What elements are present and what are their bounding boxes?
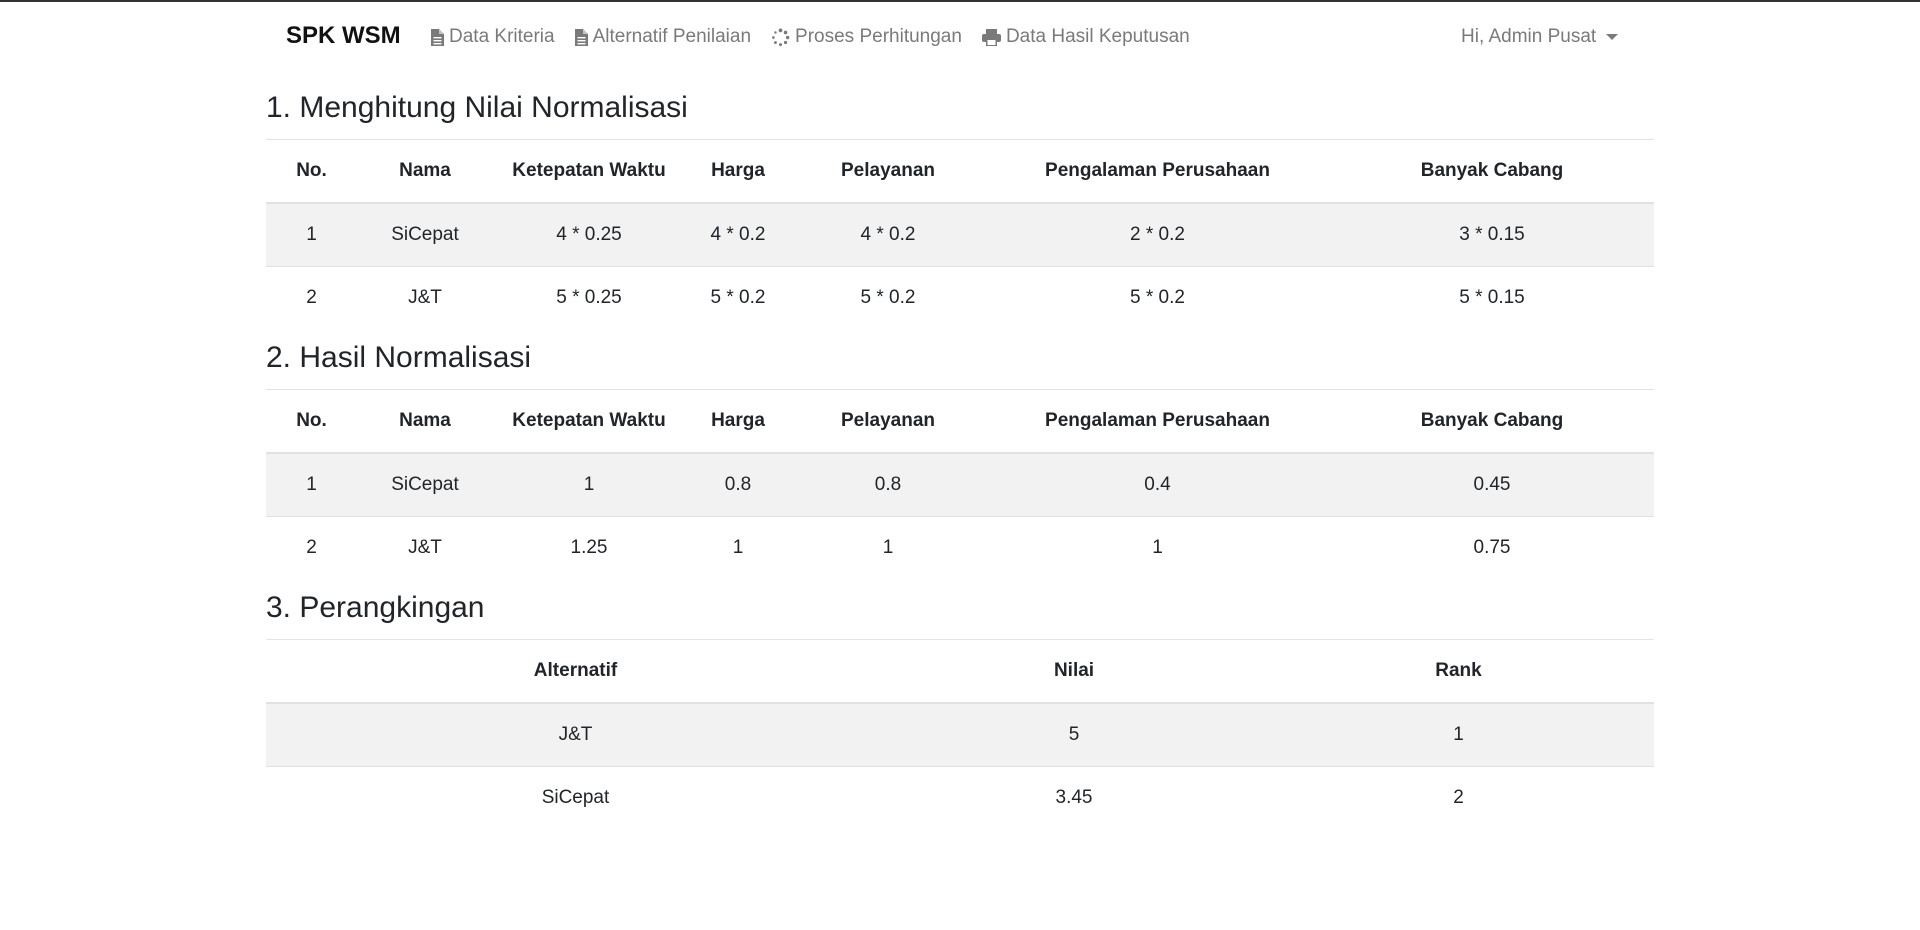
- nav-menu: Data Kriteria Alternatif Penilaian Prose…: [431, 26, 1190, 48]
- section-title: 3. Perangkingan: [266, 586, 1654, 640]
- table-cell: 5 * 0.2: [1130, 287, 1185, 308]
- column-header: Pengalaman Perusahaan: [985, 140, 1330, 204]
- column-header: Ketepatan Waktu: [493, 140, 685, 204]
- nav-item-data-kriteria[interactable]: Data Kriteria: [431, 26, 555, 48]
- table-cell: 1: [882, 537, 894, 558]
- table-cell: 1.25: [570, 537, 608, 558]
- file-icon: [574, 28, 588, 46]
- section-normalisasi-perhitungan: 1. Menghitung Nilai Normalisasi No. Nama…: [266, 86, 1654, 329]
- brand-logo[interactable]: SPK WSM: [286, 22, 401, 50]
- table-cell: 1: [732, 537, 744, 558]
- table-cell: SiCepat: [541, 787, 610, 808]
- table-cell: J&T: [408, 287, 442, 308]
- table-cell: SiCepat: [357, 453, 493, 517]
- column-header: Nama: [357, 390, 493, 454]
- table-header-row: Alternatif Nilai Rank: [266, 640, 1654, 704]
- table-cell: 5 * 0.2: [710, 287, 766, 308]
- file-icon: [431, 28, 444, 46]
- table-cell: 4 * 0.25: [493, 203, 685, 267]
- table-cell: 0.8: [791, 453, 985, 517]
- column-header: Harga: [685, 140, 791, 204]
- table-row: SiCepat 3.45 2: [266, 767, 1654, 830]
- table-cell: 1: [1263, 703, 1654, 767]
- caret-down-icon: [1606, 34, 1619, 40]
- user-dropdown[interactable]: Hi, Admin Pusat: [1461, 26, 1619, 48]
- nav-item-proses-perhitungan[interactable]: Proses Perhitungan: [771, 26, 962, 48]
- column-header: No.: [266, 390, 357, 454]
- spinner-icon: [771, 27, 790, 47]
- table-cell: J&T: [408, 537, 442, 558]
- table-hasil-normalisasi: No. Nama Ketepatan Waktu Harga Pelayanan…: [266, 390, 1654, 579]
- column-header: Pelayanan: [791, 390, 985, 454]
- navbar: SPK WSM Data Kriteria Alternatif Penilai…: [0, 2, 1920, 74]
- table-cell: 1: [493, 453, 685, 517]
- column-header: Alternatif: [266, 640, 885, 704]
- table-cell: 5: [885, 703, 1263, 767]
- column-header: Pelayanan: [791, 140, 985, 204]
- section-hasil-normalisasi: 2. Hasil Normalisasi No. Nama Ketepatan …: [266, 336, 1654, 579]
- print-icon: [981, 28, 1001, 46]
- table-cell: 0.75: [1473, 537, 1511, 558]
- table-perhitungan-normalisasi: No. Nama Ketepatan Waktu Harga Pelayanan…: [266, 140, 1654, 329]
- nav-item-label: Data Hasil Keputusan: [1005, 26, 1190, 47]
- table-cell: 1: [266, 453, 357, 517]
- nav-item-label: Proses Perhitungan: [795, 26, 962, 47]
- nav-item-data-hasil-keputusan[interactable]: Data Hasil Keputusan: [981, 26, 1190, 48]
- user-greeting: Hi, Admin Pusat: [1461, 26, 1597, 47]
- table-cell: 0.4: [985, 453, 1330, 517]
- column-header: Pengalaman Perusahaan: [985, 390, 1330, 454]
- nav-item-label: Data Kriteria: [449, 26, 555, 47]
- table-row: J&T 5 1: [266, 703, 1654, 767]
- table-cell: 5 * 0.25: [556, 287, 622, 308]
- table-cell: 2 * 0.2: [985, 203, 1330, 267]
- section-perangkingan: 3. Perangkingan Alternatif Nilai Rank J&…: [266, 586, 1654, 829]
- table-cell: 3.45: [1055, 787, 1093, 808]
- table-cell: SiCepat: [357, 203, 493, 267]
- table-cell: 5 * 0.2: [860, 287, 916, 308]
- column-header: Banyak Cabang: [1330, 390, 1654, 454]
- column-header: Nilai: [885, 640, 1263, 704]
- column-header: Ketepatan Waktu: [493, 390, 685, 454]
- table-cell: 3 * 0.15: [1330, 203, 1654, 267]
- table-cell: 2: [306, 287, 317, 308]
- table-cell: 2: [1453, 787, 1464, 808]
- table-cell: J&T: [266, 703, 885, 767]
- table-row: 2 J&T 1.25 1 1 1 0.75: [266, 517, 1654, 580]
- section-title: 2. Hasil Normalisasi: [266, 336, 1654, 390]
- table-header-row: No. Nama Ketepatan Waktu Harga Pelayanan…: [266, 390, 1654, 454]
- table-perangkingan: Alternatif Nilai Rank J&T 5 1 SiCepat 3.…: [266, 640, 1654, 829]
- column-header: Harga: [685, 390, 791, 454]
- table-cell: 1: [266, 203, 357, 267]
- nav-item-alternatif-penilaian[interactable]: Alternatif Penilaian: [574, 26, 752, 48]
- table-cell: 4 * 0.2: [791, 203, 985, 267]
- table-row: 1 SiCepat 1 0.8 0.8 0.4 0.45: [266, 453, 1654, 517]
- table-cell: 0.45: [1330, 453, 1654, 517]
- nav-item-label: Alternatif Penilaian: [592, 26, 752, 47]
- column-header: Banyak Cabang: [1330, 140, 1654, 204]
- table-cell: 4 * 0.2: [685, 203, 791, 267]
- table-header-row: No. Nama Ketepatan Waktu Harga Pelayanan…: [266, 140, 1654, 204]
- column-header: No.: [266, 140, 357, 204]
- table-cell: 1: [1152, 537, 1163, 558]
- column-header: Nama: [357, 140, 493, 204]
- table-row: 2 J&T 5 * 0.25 5 * 0.2 5 * 0.2 5 * 0.2 5…: [266, 267, 1654, 330]
- table-cell: 0.8: [685, 453, 791, 517]
- section-title: 1. Menghitung Nilai Normalisasi: [266, 86, 1654, 140]
- table-row: 1 SiCepat 4 * 0.25 4 * 0.2 4 * 0.2 2 * 0…: [266, 203, 1654, 267]
- column-header: Rank: [1263, 640, 1654, 704]
- table-cell: 2: [306, 537, 317, 558]
- table-cell: 5 * 0.15: [1459, 287, 1525, 308]
